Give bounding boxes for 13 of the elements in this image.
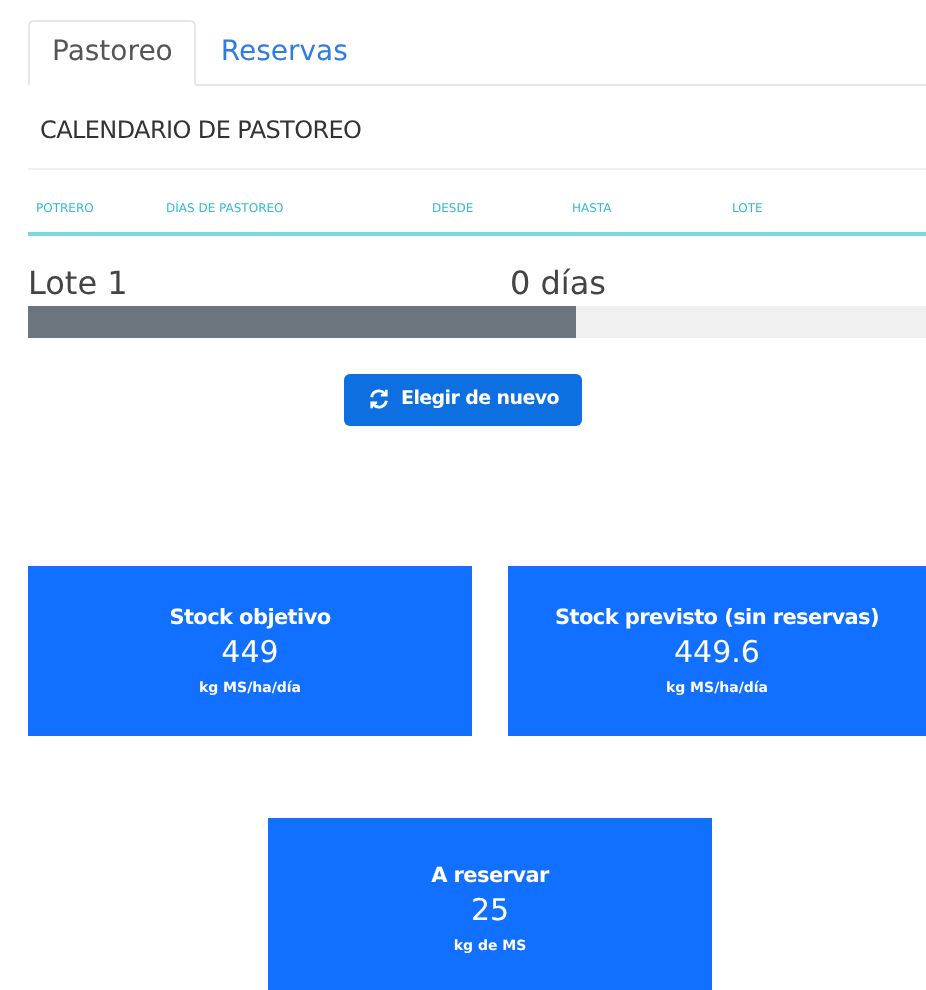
lot-name: Lote 1 — [28, 264, 130, 302]
stat-value: 449 — [221, 634, 279, 670]
stat-title: Stock objetivo — [169, 606, 331, 630]
card-title: CALENDARIO DE PASTOREO — [28, 86, 926, 170]
grazing-days: 0 días — [510, 264, 607, 302]
stat-value: 449.6 — [674, 634, 760, 670]
tab[interactable]: Pastoreo — [28, 20, 197, 86]
stat-value: 25 — [470, 891, 510, 927]
tab[interactable]: Reservas — [196, 20, 372, 86]
stat-title: A reservar — [431, 863, 549, 887]
refresh-icon — [367, 388, 389, 410]
stat-title: Stock previsto (sin reservas) — [555, 606, 879, 630]
choose-again-button[interactable]: Elegir de nuevo — [343, 374, 583, 426]
